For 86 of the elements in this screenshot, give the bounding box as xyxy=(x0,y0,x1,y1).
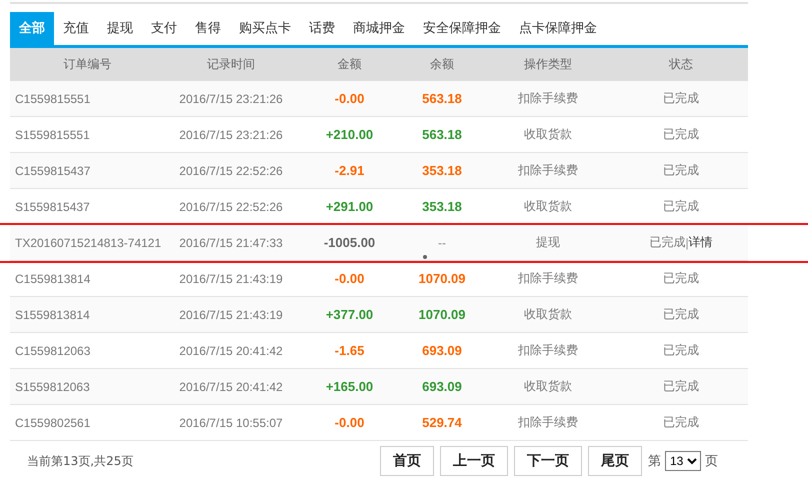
order-number: S1559815551 xyxy=(14,128,90,142)
balance: 693.09 xyxy=(422,379,462,394)
status: 已完成 xyxy=(663,306,699,323)
amount: +210.00 xyxy=(326,127,374,142)
record-time: 2016/7/15 23:21:26 xyxy=(179,128,283,142)
amount: -1.65 xyxy=(334,343,364,358)
record-time: 2016/7/15 22:52:26 xyxy=(179,200,283,214)
balance: 563.18 xyxy=(422,127,462,142)
column-header: 订单编号 xyxy=(64,56,112,73)
column-header: 金额 xyxy=(338,56,362,73)
status: 已完成 xyxy=(663,162,699,179)
balance: -- xyxy=(438,236,446,250)
status: 已完成 xyxy=(663,198,699,215)
order-number: C1559815551 xyxy=(14,92,90,106)
page-prefix: 第 xyxy=(648,453,661,470)
amount: -0.00 xyxy=(334,271,364,286)
tab[interactable]: 话费 xyxy=(300,12,344,45)
balance: 529.74 xyxy=(422,415,462,430)
balance: 353.18 xyxy=(422,199,462,214)
balance: 563.18 xyxy=(422,91,462,106)
record-time: 2016/7/15 20:41:42 xyxy=(179,380,283,394)
record-time: 2016/7/15 21:43:19 xyxy=(179,272,283,286)
record-time: 2016/7/15 21:43:19 xyxy=(179,308,283,322)
status: 已完成 xyxy=(663,90,699,107)
order-number: C1559802561 xyxy=(14,416,90,430)
tab[interactable]: 安全保障押金 xyxy=(414,12,510,45)
tab[interactable]: 充值 xyxy=(54,12,98,45)
amount: +377.00 xyxy=(326,307,374,322)
amount: +291.00 xyxy=(326,199,374,214)
status: 已完成 xyxy=(663,270,699,287)
column-header: 余额 xyxy=(430,56,454,73)
page-button[interactable]: 尾页 xyxy=(588,446,642,476)
operation-type: 扣除手续费 xyxy=(518,162,578,179)
page-button[interactable]: 下一页 xyxy=(514,446,582,476)
tab[interactable]: 售得 xyxy=(186,12,230,45)
operation-type: 收取货款 xyxy=(524,126,572,143)
order-number: C1559812063 xyxy=(14,344,90,358)
column-header: 操作类型 xyxy=(524,56,572,73)
page-select[interactable]: 13 xyxy=(665,451,701,471)
operation-type: 收取货款 xyxy=(524,306,572,323)
page-button[interactable]: 上一页 xyxy=(440,446,508,476)
page-suffix: 页 xyxy=(705,453,718,470)
record-time: 2016/7/15 23:21:26 xyxy=(179,92,283,106)
record-time: 2016/7/15 20:41:42 xyxy=(179,344,283,358)
status: 已完成 xyxy=(663,342,699,359)
tab[interactable]: 购买点卡 xyxy=(230,12,300,45)
page-summary: 当前第13页,共25页 xyxy=(26,452,134,470)
operation-type: 扣除手续费 xyxy=(518,90,578,107)
operation-type: 扣除手续费 xyxy=(518,414,578,431)
tab[interactable]: 商城押金 xyxy=(344,12,414,45)
record-time: 2016/7/15 10:55:07 xyxy=(179,416,283,430)
record-time: 2016/7/15 21:47:33 xyxy=(179,236,283,250)
status: 已完成 xyxy=(663,414,699,431)
tab[interactable]: 点卡保障押金 xyxy=(510,12,606,45)
balance: 353.18 xyxy=(422,163,462,178)
balance: 693.09 xyxy=(422,343,462,358)
order-number: S1559812063 xyxy=(14,380,90,394)
balance: 1070.09 xyxy=(418,307,466,322)
column-header: 记录时间 xyxy=(207,56,255,73)
order-number: TX20160715214813-74121 xyxy=(14,236,162,250)
order-number: S1559815437 xyxy=(14,200,90,214)
operation-type: 收取货款 xyxy=(524,378,572,395)
details-link[interactable]: 详情 xyxy=(688,234,713,251)
tab[interactable]: 支付 xyxy=(142,12,186,45)
amount: +165.00 xyxy=(326,379,374,394)
page-button[interactable]: 首页 xyxy=(380,446,434,476)
status: 已完成 xyxy=(663,378,699,395)
amount: -1005.00 xyxy=(324,235,376,250)
record-time: 2016/7/15 22:52:26 xyxy=(179,164,283,178)
operation-type: 收取货款 xyxy=(524,198,572,215)
order-number: S1559813814 xyxy=(14,308,90,322)
dot-mark xyxy=(423,255,427,259)
operation-type: 提现 xyxy=(536,234,560,251)
amount: -2.91 xyxy=(334,163,364,178)
order-number: C1559815437 xyxy=(14,164,90,178)
order-number: C1559813814 xyxy=(14,272,90,286)
balance: 1070.09 xyxy=(418,271,466,286)
amount: -0.00 xyxy=(334,91,364,106)
status: 已完成 xyxy=(663,126,699,143)
tab[interactable]: 提现 xyxy=(98,12,142,45)
operation-type: 扣除手续费 xyxy=(518,270,578,287)
amount: -0.00 xyxy=(334,415,364,430)
status: 已完成 xyxy=(649,234,686,251)
column-header: 状态 xyxy=(669,56,693,73)
operation-type: 扣除手续费 xyxy=(518,342,578,359)
separator: | xyxy=(685,236,689,250)
